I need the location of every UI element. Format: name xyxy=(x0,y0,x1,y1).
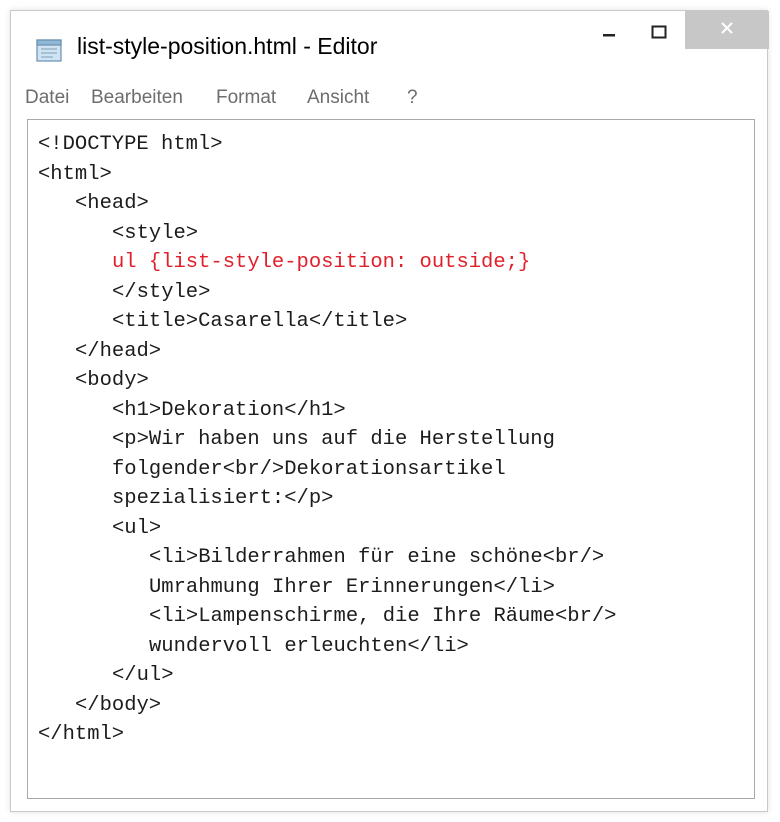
code-line: <head> xyxy=(75,192,149,215)
code-line: </body> xyxy=(75,693,162,717)
code-line: </head> xyxy=(75,339,162,363)
code-line: <li>Bilderrahmen für eine schöne<br/> xyxy=(149,546,605,569)
editor-window: list-style-position.html - Editor Datei … xyxy=(10,10,769,812)
code-line: <!DOCTYPE html> xyxy=(38,133,223,156)
code-content: <!DOCTYPE html> <html> <head> <style> ul {li… xyxy=(38,130,616,750)
code-line: <html> xyxy=(38,162,112,186)
menu-item-format[interactable]: Format xyxy=(216,87,276,109)
text-editor-area[interactable]: <!DOCTYPE html> <html> <head> <style> ul {li… xyxy=(27,119,755,799)
code-line: Umrahmung Ihrer Erinnerungen</li> xyxy=(149,575,555,599)
minimize-icon xyxy=(602,25,616,44)
code-line: <ul> xyxy=(112,516,162,540)
maximize-icon xyxy=(651,25,667,44)
window-title: list-style-position.html - Editor xyxy=(77,33,378,59)
notepad-icon xyxy=(35,37,65,63)
code-line: ul {list-style-position: outside;} xyxy=(112,251,531,274)
code-line: wundervoll erleuchten</li> xyxy=(149,634,469,658)
menu-item-datei[interactable]: Datei xyxy=(25,87,69,109)
code-line: </ul> xyxy=(112,664,174,687)
code-line: <h1>Dekoration</h1> xyxy=(112,398,346,422)
maximize-button[interactable] xyxy=(635,11,683,57)
menu-item-ansicht[interactable]: Ansicht xyxy=(307,87,369,109)
code-line: <body> xyxy=(75,369,149,392)
code-line: <p>Wir haben uns auf die Herstellung xyxy=(112,428,555,451)
menu-item-help[interactable]: ? xyxy=(407,87,418,109)
minimize-button[interactable] xyxy=(585,11,633,57)
close-button[interactable] xyxy=(685,11,769,49)
menu-bar: Datei Bearbeiten Format Ansicht ? xyxy=(11,83,767,115)
code-line: <style> xyxy=(112,221,199,245)
code-line: <li>Lampenschirme, die Ihre Räume<br/> xyxy=(149,605,617,628)
code-line: </html> xyxy=(38,723,125,746)
code-line: <title>Casarella</title> xyxy=(112,310,408,333)
code-line: </style> xyxy=(112,280,211,304)
title-bar[interactable]: list-style-position.html - Editor xyxy=(11,11,769,83)
code-line: spezialisiert:</p> xyxy=(112,487,334,510)
code-line: folgender<br/>Dekorationsartikel xyxy=(112,457,506,481)
close-icon xyxy=(720,21,734,40)
menu-item-bearbeiten[interactable]: Bearbeiten xyxy=(91,87,183,109)
